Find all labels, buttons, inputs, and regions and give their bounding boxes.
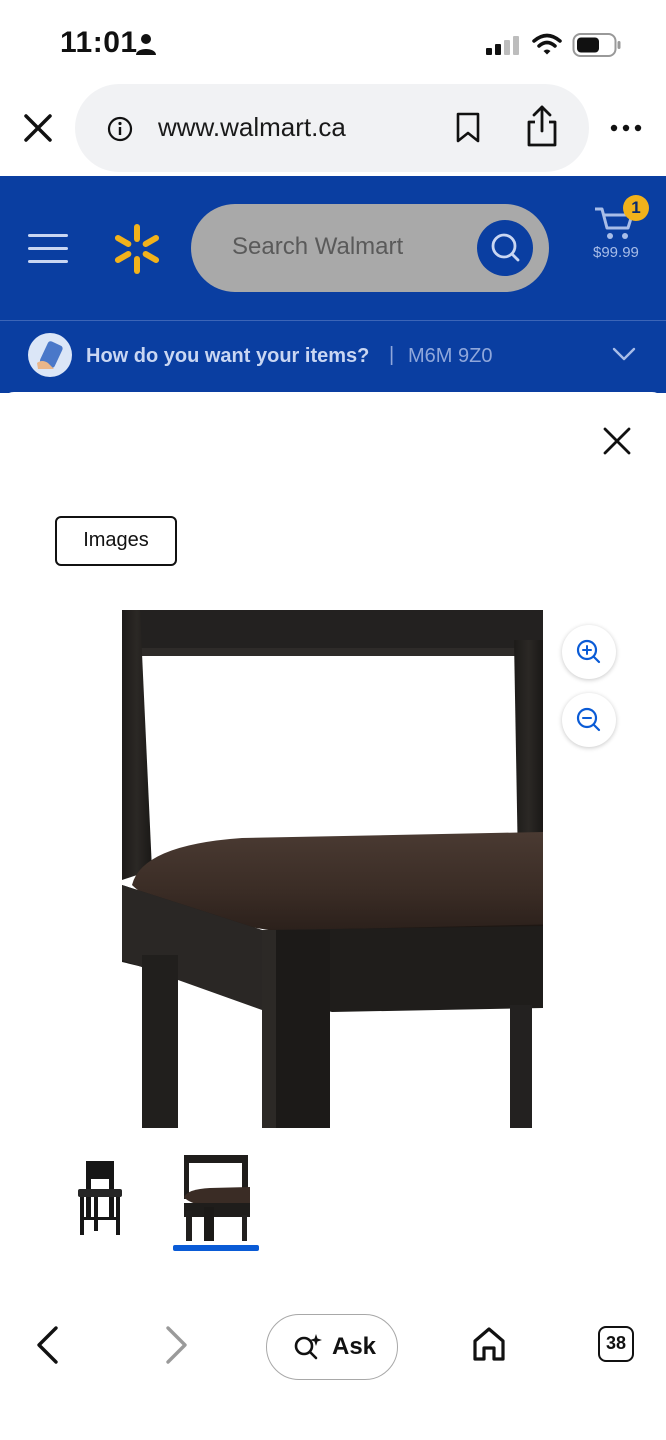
ask-sparkle-search-icon — [294, 1334, 322, 1360]
wifi-icon — [532, 33, 562, 55]
delivery-separator: | — [389, 344, 395, 366]
walmart-spark-logo[interactable] — [110, 222, 164, 276]
more-options-icon[interactable] — [610, 124, 642, 132]
images-tab-button[interactable]: Images — [55, 516, 177, 566]
person-icon — [136, 34, 156, 55]
back-arrow-icon[interactable] — [30, 1324, 66, 1366]
search-icon — [491, 233, 520, 262]
selected-thumbnail-indicator — [173, 1245, 259, 1251]
cart-total[interactable]: $99.99 — [593, 244, 639, 261]
search-placeholder[interactable]: Search Walmart — [232, 233, 403, 261]
info-icon[interactable] — [107, 116, 133, 142]
chair-closeup-image — [122, 610, 543, 1128]
home-icon[interactable] — [470, 1324, 508, 1364]
close-icon[interactable] — [600, 424, 634, 458]
battery-icon — [572, 33, 621, 57]
delivery-prompt[interactable]: How do you want your items? — [86, 345, 369, 368]
forward-arrow-icon[interactable] — [158, 1324, 194, 1366]
cart-count-badge: 1 — [623, 195, 649, 221]
chevron-down-icon[interactable] — [612, 346, 636, 362]
thumbnail-2[interactable] — [180, 1153, 252, 1241]
zoom-in-icon — [576, 639, 601, 664]
signal-icon — [486, 36, 519, 55]
share-icon[interactable] — [524, 104, 560, 148]
zoom-out-icon — [576, 707, 601, 732]
menu-icon[interactable] — [28, 234, 68, 263]
zoom-out-button[interactable] — [562, 693, 616, 747]
status-time: 11:01 — [60, 26, 138, 59]
tabs-count-button[interactable]: 38 — [598, 1326, 634, 1362]
close-tab-icon[interactable] — [18, 110, 58, 150]
zoom-in-button[interactable] — [562, 625, 616, 679]
thumbnail-1[interactable] — [70, 1155, 130, 1239]
bookmark-icon[interactable] — [455, 112, 481, 144]
postal-code[interactable]: M6M 9Z0 — [408, 345, 492, 368]
product-image[interactable] — [122, 610, 543, 1128]
ask-label[interactable]: Ask — [332, 1333, 376, 1361]
search-button[interactable] — [477, 220, 533, 276]
delivery-icon — [28, 333, 72, 377]
url-text[interactable]: www.walmart.ca — [158, 112, 346, 143]
